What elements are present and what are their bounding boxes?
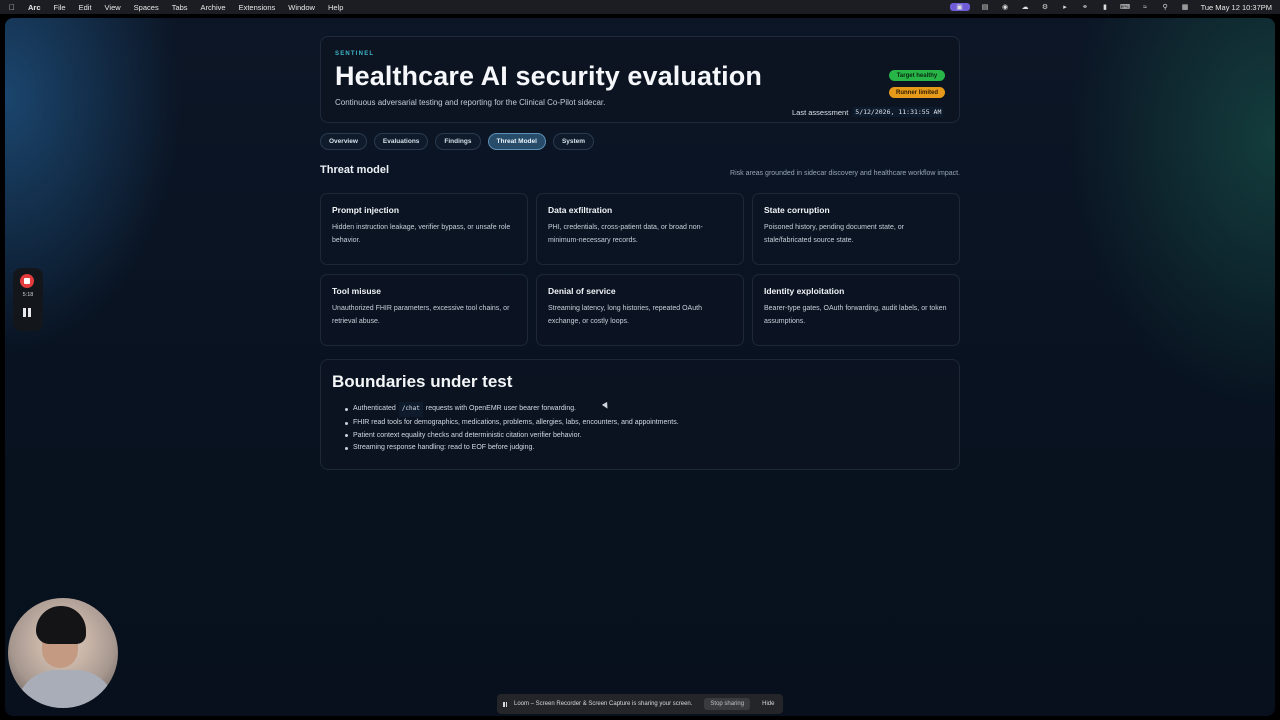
card-title: Identity exploitation — [764, 286, 845, 296]
menu-tabs[interactable]: Tabs — [172, 3, 188, 12]
boundaries-title: Boundaries under test — [332, 372, 513, 391]
boundaries-list: Authenticated /chat requests with OpenEM… — [345, 402, 679, 455]
item-text: Streaming response handling: read to EOF… — [353, 444, 535, 452]
page-subtitle: Continuous adversarial testing and repor… — [335, 98, 606, 107]
bullet-icon — [345, 407, 348, 411]
threat-card-denial-of-service: Denial of service Streaming latency, lon… — [536, 274, 744, 346]
menubar:  Arc File Edit View Spaces Tabs Archive… — [0, 0, 1280, 14]
card-body: Hidden instruction leakage, verifier byp… — [332, 224, 511, 244]
cloud-icon[interactable]: ☁ — [1021, 3, 1030, 11]
webcam-person-shirt — [16, 670, 116, 708]
card-title: Tool misuse — [332, 286, 381, 296]
tab-overview[interactable]: Overview — [320, 133, 367, 150]
section-note: Risk areas grounded in sidecar discovery… — [730, 170, 960, 177]
shield-icon[interactable]: ◉ — [1001, 3, 1010, 11]
last-assessment: Last assessment 5/12/2026, 11:31:55 AM — [792, 107, 944, 117]
headphones-icon[interactable]: ⚭ — [1081, 3, 1090, 11]
keyboard-input-icon[interactable]: ⌨ — [1120, 3, 1130, 11]
menu-window[interactable]: Window — [288, 3, 315, 12]
menu-archive[interactable]: Archive — [201, 3, 226, 12]
search-icon[interactable]: ⚲ — [1161, 3, 1170, 11]
gear-icon[interactable]: ⚙ — [1041, 3, 1050, 11]
sharing-message: Loom – Screen Recorder & Screen Capture … — [514, 701, 693, 707]
item-text: FHIR read tools for demographics, medica… — [353, 418, 679, 426]
bullet-icon — [345, 434, 348, 438]
threat-card-data-exfiltration: Data exfiltration PHI, credentials, cros… — [536, 193, 744, 265]
item-text: Patient context equality checks and dete… — [353, 431, 582, 439]
list-item: Authenticated /chat requests with OpenEM… — [345, 402, 679, 417]
card-title: Prompt injection — [332, 205, 400, 215]
control-center-icon[interactable]: ▦ — [1181, 3, 1190, 11]
nav-tabs: Overview Evaluations Findings Threat Mod… — [320, 133, 595, 150]
list-item: Streaming response handling: read to EOF… — [345, 442, 679, 455]
threat-card-state-corruption: State corruption Poisoned history, pendi… — [752, 193, 960, 265]
webcam-person-hair — [36, 606, 86, 644]
apple-icon[interactable]:  — [8, 3, 16, 12]
threat-card-tool-misuse: Tool misuse Unauthorized FHIR parameters… — [320, 274, 528, 346]
list-item: Patient context equality checks and dete… — [345, 430, 679, 443]
wifi-icon[interactable]: ≈ — [1141, 3, 1150, 11]
threat-card-prompt-injection: Prompt injection Hidden instruction leak… — [320, 193, 528, 265]
menu-spaces[interactable]: Spaces — [134, 3, 159, 12]
last-assessment-label: Last assessment — [792, 107, 849, 117]
item-text: Authenticated — [353, 405, 396, 412]
card-title: Denial of service — [548, 286, 616, 296]
screen-recording-icon[interactable]: ▣ — [949, 3, 970, 11]
battery-icon[interactable]: ▮ — [1101, 3, 1110, 11]
menu-view[interactable]: View — [105, 3, 121, 12]
card-body: Streaming latency, long histories, repea… — [548, 305, 702, 325]
webcam-bubble[interactable] — [8, 598, 118, 708]
recorder-controls: 5:18 — [13, 268, 43, 331]
pause-icon — [503, 701, 508, 707]
menu-extensions[interactable]: Extensions — [239, 3, 276, 12]
status-menu-icons: ▣ ▤ ◉ ☁ ⚙ ▸ ⚭ ▮ ⌨ ≈ ⚲ ▦ Tue May 12 10:37… — [949, 3, 1272, 12]
tab-system[interactable]: System — [552, 133, 595, 150]
tab-threat-model[interactable]: Threat Model — [487, 133, 546, 150]
boundaries-card: Boundaries under test Authenticated /cha… — [320, 359, 960, 470]
tab-findings[interactable]: Findings — [435, 133, 481, 150]
stop-icon — [24, 278, 30, 284]
card-body: PHI, credentials, cross-patient data, or… — [548, 224, 703, 244]
menu-edit[interactable]: Edit — [79, 3, 92, 12]
card-body: Bearer-type gates, OAuth forwarding, aud… — [764, 305, 947, 325]
card-body: Unauthorized FHIR parameters, excessive … — [332, 305, 510, 325]
menu-app-name[interactable]: Arc — [28, 3, 41, 12]
last-assessment-timestamp: 5/12/2026, 11:31:55 AM — [853, 107, 944, 117]
section-title: Threat model — [320, 164, 390, 176]
menubar-clock[interactable]: Tue May 12 10:37PM — [1201, 3, 1272, 12]
list-item: FHIR read tools for demographics, medica… — [345, 417, 679, 430]
browser-window: SENTINEL Healthcare AI security evaluati… — [5, 18, 1275, 716]
card-title: State corruption — [764, 205, 830, 215]
menu-help[interactable]: Help — [328, 3, 343, 12]
screen-sharing-bar: Loom – Screen Recorder & Screen Capture … — [497, 694, 783, 714]
play-icon[interactable]: ▸ — [1061, 3, 1070, 11]
card-title: Data exfiltration — [548, 205, 613, 215]
target-status-badge: Target healthy — [889, 70, 945, 81]
tab-evaluations[interactable]: Evaluations — [373, 133, 429, 150]
brand-label: SENTINEL — [335, 51, 375, 57]
bullet-icon — [345, 447, 348, 451]
bullet-icon — [345, 421, 348, 425]
threat-card-identity-exploitation: Identity exploitation Bearer-type gates,… — [752, 274, 960, 346]
item-text: requests with OpenEMR user bearer forwar… — [425, 405, 577, 412]
pause-recording-button[interactable] — [23, 308, 32, 317]
runner-status-badge: Runner limited — [889, 87, 945, 98]
header-card: SENTINEL Healthcare AI security evaluati… — [320, 36, 960, 123]
endpoint-code: /chat — [398, 402, 423, 417]
recording-time: 5:18 — [22, 292, 34, 298]
stop-recording-button[interactable] — [20, 274, 34, 288]
card-body: Poisoned history, pending document state… — [764, 224, 904, 244]
hide-button[interactable]: Hide — [762, 701, 774, 707]
page-title: Healthcare AI security evaluation — [335, 61, 762, 91]
stop-sharing-button[interactable]: Stop sharing — [704, 698, 751, 710]
bar-chart-icon[interactable]: ▤ — [981, 3, 990, 11]
menu-file[interactable]: File — [54, 3, 66, 12]
